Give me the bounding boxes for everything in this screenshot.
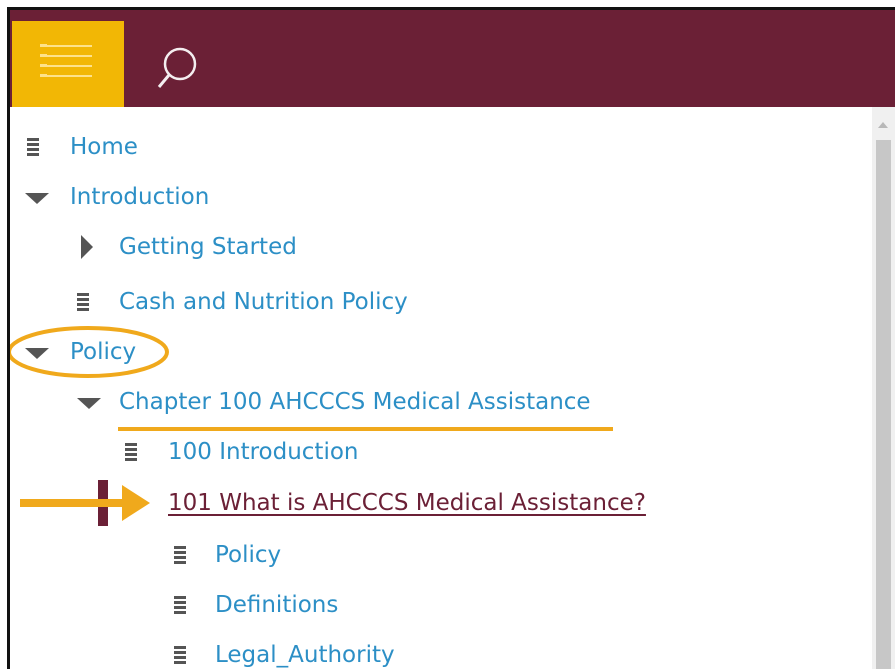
tree-item-100-introduction[interactable]: 100 Introduction: [10, 432, 359, 472]
tree-item-cash-nutrition-policy[interactable]: Cash and Nutrition Policy: [10, 282, 408, 322]
menu-button[interactable]: [12, 21, 124, 107]
tree-item-label[interactable]: Definitions: [215, 592, 338, 618]
navigation-tree: Home Introduction Getting Started Cash a…: [10, 107, 895, 669]
tree-item-label[interactable]: Home: [70, 134, 138, 160]
tree-item-home[interactable]: Home: [10, 127, 138, 167]
caret-down-icon[interactable]: [77, 396, 101, 410]
tree-item-label[interactable]: Chapter 100 AHCCCS Medical Assistance: [119, 389, 591, 415]
tree-item-legal-authority[interactable]: Legal_Authority: [10, 635, 395, 669]
tree-item-chapter-100[interactable]: Chapter 100 AHCCCS Medical Assistance: [10, 382, 591, 422]
tree-item-policy[interactable]: Policy: [10, 332, 136, 372]
tree-item-label[interactable]: 101 What is AHCCCS Medical Assistance?: [168, 490, 646, 516]
tree-item-label[interactable]: Getting Started: [119, 234, 297, 260]
caret-down-icon[interactable]: [25, 191, 49, 205]
top-toolbar: [10, 10, 895, 107]
tree-item-label[interactable]: Policy: [215, 542, 281, 568]
document-icon: [174, 646, 186, 664]
document-icon: [77, 293, 89, 311]
scrollbar-thumb[interactable]: [876, 140, 891, 669]
document-icon: [125, 443, 137, 461]
document-icon: [27, 138, 39, 156]
tree-item-label[interactable]: Cash and Nutrition Policy: [119, 289, 408, 315]
search-button[interactable]: [156, 41, 212, 97]
caret-down-icon[interactable]: [25, 346, 49, 360]
scroll-up-arrow-icon[interactable]: [878, 122, 888, 128]
tree-item-101-selected[interactable]: 101 What is AHCCCS Medical Assistance?: [10, 480, 646, 526]
tree-item-label[interactable]: Legal_Authority: [215, 642, 395, 668]
app-window: Home Introduction Getting Started Cash a…: [7, 7, 895, 669]
selected-indicator: [98, 480, 108, 526]
tree-item-introduction[interactable]: Introduction: [10, 177, 209, 217]
vertical-scrollbar[interactable]: [872, 107, 895, 669]
tree-item-getting-started[interactable]: Getting Started: [10, 227, 297, 267]
tree-item-label[interactable]: Policy: [70, 339, 136, 365]
tree-item-label[interactable]: Introduction: [70, 184, 209, 210]
document-icon: [174, 546, 186, 564]
document-icon: [174, 596, 186, 614]
search-icon: [157, 47, 197, 88]
caret-right-icon[interactable]: [80, 235, 94, 259]
tree-item-policy-page[interactable]: Policy: [10, 535, 281, 575]
tree-item-definitions[interactable]: Definitions: [10, 585, 338, 625]
tree-item-label[interactable]: 100 Introduction: [168, 439, 359, 465]
